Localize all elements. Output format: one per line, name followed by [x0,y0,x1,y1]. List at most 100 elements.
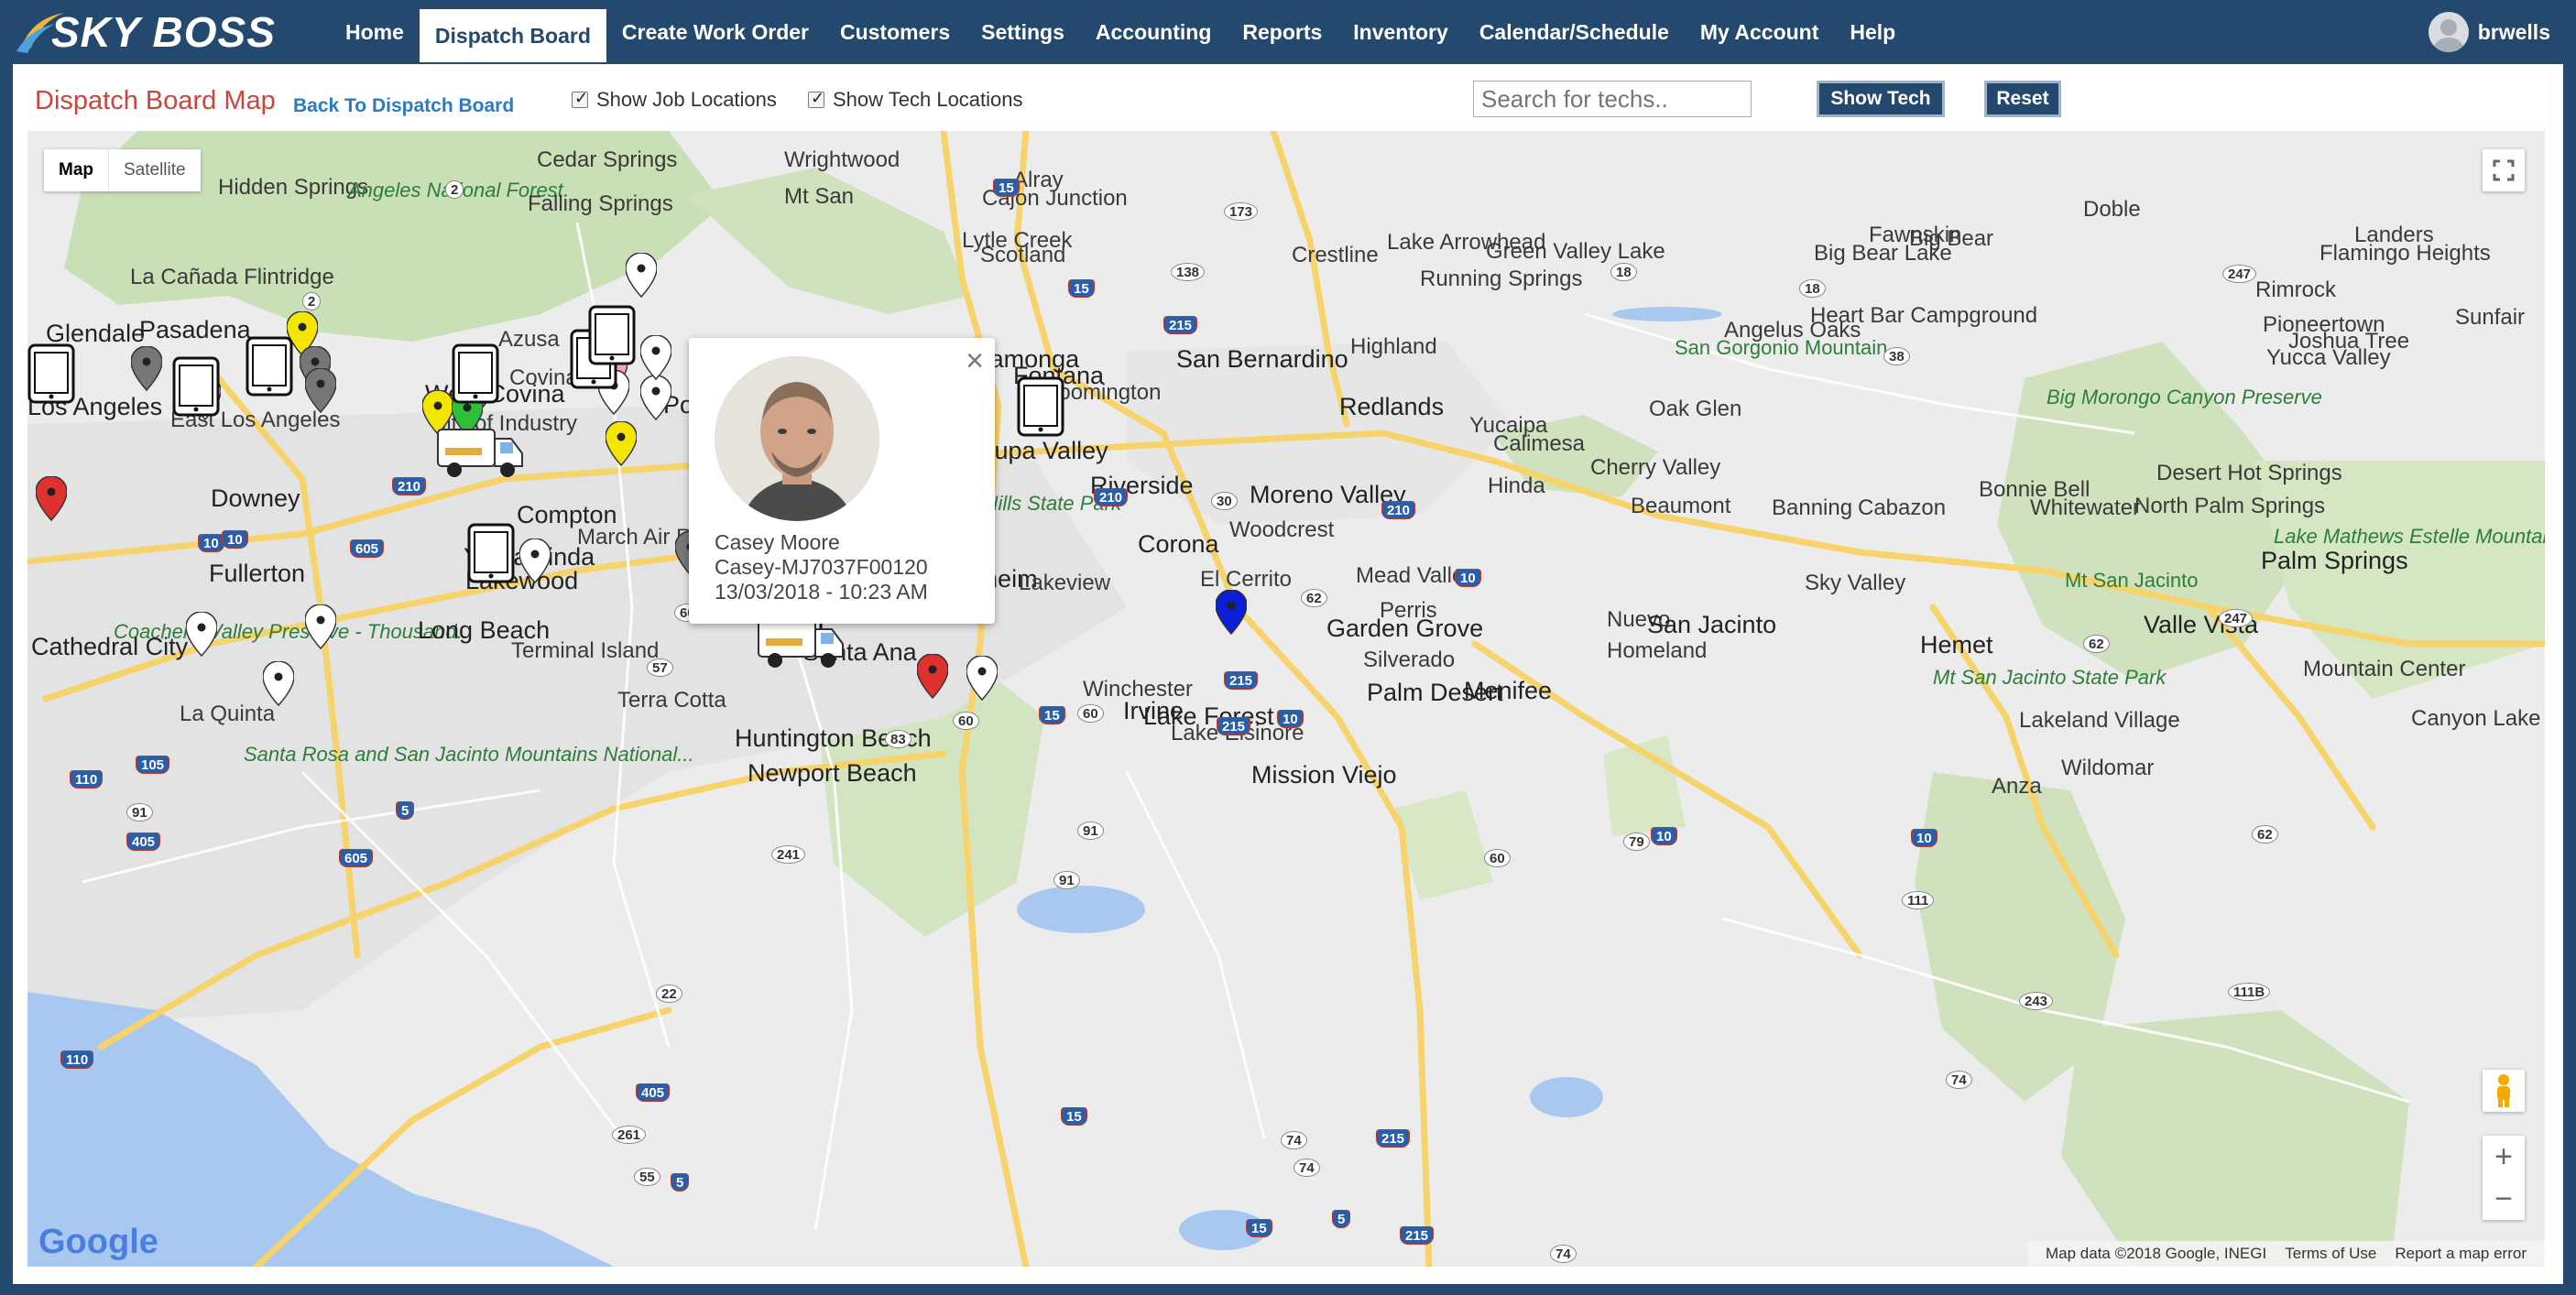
highway-shield: 215 [1224,671,1259,690]
pegman-icon [2497,1074,2510,1107]
nav-item-my-account[interactable]: My Account [1685,0,1835,64]
nav-item-reports[interactable]: Reports [1227,0,1337,64]
job-pin-blue[interactable] [1215,589,1248,640]
job-pin-white[interactable] [518,538,551,589]
nav-item-create-work-order[interactable]: Create Work Order [606,0,824,64]
place-label: Highland [1350,334,1437,359]
place-label: Doble [2083,197,2141,222]
sky-boss-logo[interactable]: SKY BOSS [13,5,315,57]
job-pin-white[interactable] [185,611,218,662]
job-pin-gray[interactable] [130,345,163,397]
map-type-satellite-button[interactable]: Satellite [109,149,201,191]
highway-shield: 10 [222,530,248,549]
tech-photo [715,356,879,521]
place-label: Lakeview [1019,571,1111,595]
highway-shield: 215 [1376,1129,1411,1148]
reset-button[interactable]: Reset [1984,81,2061,117]
highway-shield: 91 [1077,822,1104,840]
place-label: Sunfair [2455,305,2526,330]
place-label: Yucca Valley [2266,345,2391,370]
place-label: Banning [1772,495,1853,520]
place-label: Calimesa [1493,431,1586,456]
place-label: La Cañada Flintridge [130,265,334,289]
fullscreen-button[interactable] [2483,149,2525,191]
highway-shield: 5 [671,1173,690,1192]
highway-shield: 60 [953,712,979,730]
place-label: Fullerton [209,560,306,587]
highway-shield: 15 [993,179,1020,197]
highway-shield: 30 [1211,492,1238,510]
show-tech-button[interactable]: Show Tech [1817,81,1945,117]
nav-item-home[interactable]: Home [330,0,420,64]
job-pin-yellow[interactable] [605,420,638,472]
map-canvas[interactable]: Cedar Springs Wrightwood Alray Cajon Juncti… [27,131,2545,1267]
highway-shield: 215 [1400,1226,1435,1245]
place-label: Cabazon [1858,495,1947,520]
search-techs-input[interactable] [1473,81,1752,117]
highway-shield: 5 [396,801,415,820]
report-map-error-link[interactable]: Report a map error [2395,1245,2527,1263]
highway-shield: 38 [1883,347,1910,365]
checkbox-checked-icon[interactable] [808,89,824,108]
place-label: Cedar Springs [537,147,678,172]
nav-item-inventory[interactable]: Inventory [1337,0,1464,64]
show-tech-locations-checkbox[interactable]: Show Tech Locations [808,88,1023,112]
highway-shield: 15 [1246,1219,1272,1237]
highway-shield: 74 [1550,1245,1577,1263]
job-pin-white[interactable] [625,252,658,303]
map-attribution: Map data ©2018 Google, INEGI Terms of Us… [2027,1241,2545,1267]
user-menu[interactable]: brwells [2428,9,2550,55]
highway-shield: 138 [1171,263,1206,281]
tech-device-icon[interactable] [588,305,636,370]
place-label: Hidden Springs [218,175,369,200]
nav-item-calendar-schedule[interactable]: Calendar/Schedule [1464,0,1685,64]
tech-device-icon[interactable] [27,343,75,408]
nav-item-settings[interactable]: Settings [966,0,1080,64]
top-nav: SKY BOSS Home Dispatch Board Create Work O… [0,0,2576,64]
close-icon[interactable]: × [966,343,984,379]
job-pin-white[interactable] [966,655,999,706]
back-to-dispatch-board-link[interactable]: Back To Dispatch Board [293,95,514,117]
highway-shield: 110 [60,1050,94,1069]
nav-item-accounting[interactable]: Accounting [1080,0,1228,64]
highway-shield: 605 [339,849,374,867]
truck-icon[interactable] [757,615,845,678]
tech-device-icon[interactable] [172,356,220,421]
job-pin-white[interactable] [304,604,337,655]
zoom-control[interactable]: + − [2483,1136,2525,1220]
place-label: Oak Glen [1649,397,1742,421]
tech-device-icon[interactable] [452,343,499,408]
job-pin-white[interactable] [262,660,295,712]
zoom-out-button[interactable]: − [2483,1178,2525,1220]
place-label: Lakeland Village [2019,708,2180,733]
place-label: North Palm Springs [2134,494,2326,518]
nav-item-customers[interactable]: Customers [824,0,966,64]
place-label: Mountain Center [2303,657,2466,681]
show-job-locations-checkbox[interactable]: Show Job Locations [572,88,777,112]
map-type-map-button[interactable]: Map [44,149,109,191]
street-view-pegman[interactable] [2483,1070,2525,1112]
tech-device-icon[interactable] [1017,376,1064,441]
highway-shield: 10 [1651,827,1677,845]
highway-shield: 10 [1277,710,1304,728]
job-pin-red[interactable] [916,653,949,704]
job-pin-white[interactable] [639,334,672,386]
terms-of-use-link[interactable]: Terms of Use [2285,1245,2376,1263]
highway-shield: 10 [198,534,224,552]
truck-icon[interactable] [436,424,524,487]
job-pin-gray[interactable] [304,367,337,419]
tech-device-icon[interactable] [467,523,515,588]
zoom-in-button[interactable]: + [2483,1136,2525,1178]
place-label: La Quinta [180,702,276,726]
place-label: Flamingo Heights [2319,241,2491,266]
highway-shield: 215 [1163,316,1198,334]
checkbox-checked-icon[interactable] [572,89,588,108]
tech-device-icon[interactable] [246,336,293,401]
highway-shield: 243 [2019,992,2054,1010]
nav-item-dispatch-board[interactable]: Dispatch Board [419,9,606,62]
highway-shield: 247 [2222,265,2257,283]
nav-item-help[interactable]: Help [1834,0,1911,64]
job-pin-red[interactable] [35,475,68,527]
place-label: San Gorgonio Mountain [1675,336,1888,359]
map-type-control[interactable]: Map Satellite [44,149,201,191]
